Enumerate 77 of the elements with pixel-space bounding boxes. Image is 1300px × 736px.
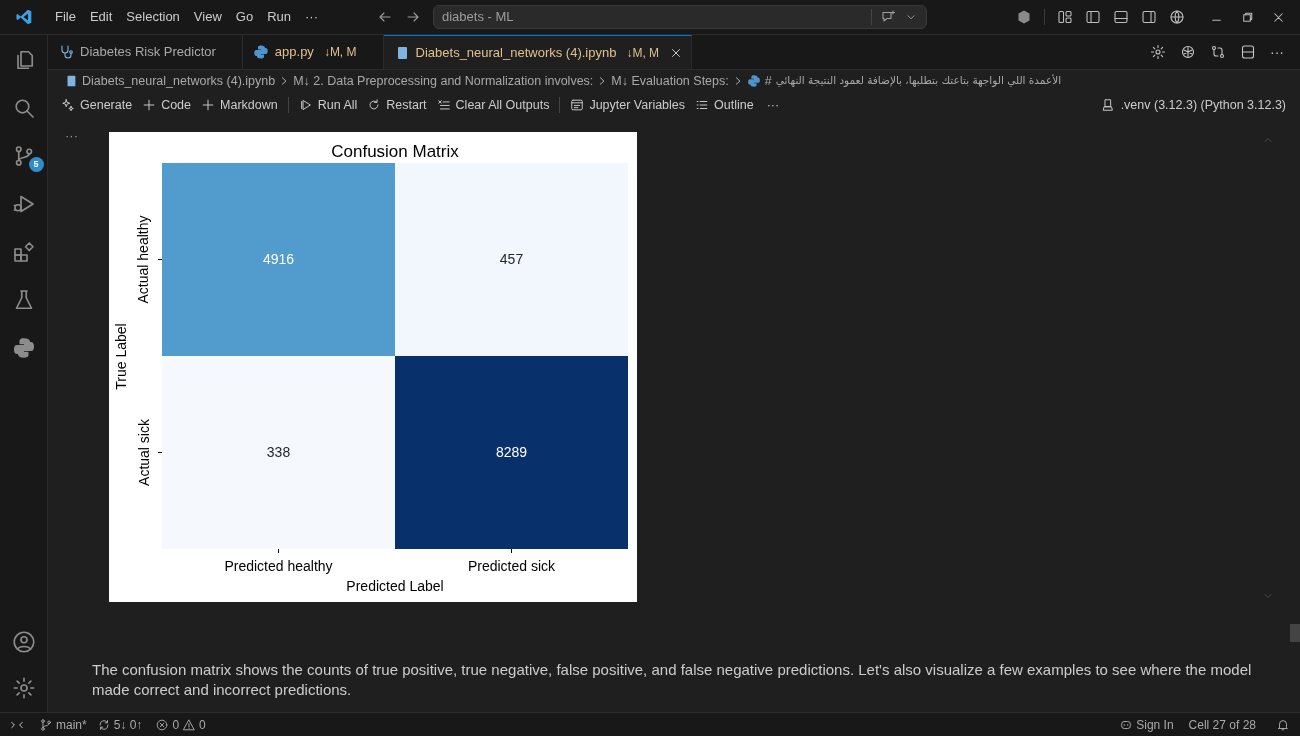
breadcrumb-item[interactable]: Diabets_neural_networks (4).ipynb	[82, 71, 276, 91]
tick-label: Predicted sick	[466, 557, 557, 576]
globe-icon[interactable]	[1169, 9, 1185, 25]
more-button[interactable]: ···	[758, 95, 788, 115]
stethoscope-icon	[58, 44, 74, 60]
split-editor-icon[interactable]	[1240, 44, 1256, 60]
compare-changes-icon[interactable]	[1210, 44, 1226, 60]
python-file-icon	[252, 44, 269, 60]
plus-icon	[201, 98, 215, 112]
toolbar-button[interactable]: Markdown	[196, 95, 283, 115]
breadcrumb-item[interactable]: M↓ Evaluation Steps:	[611, 71, 729, 91]
kernel-icon	[1100, 98, 1115, 112]
breadcrumb-item[interactable]: M↓ 2. Data Preprocessing and Normalization involves:	[293, 71, 594, 91]
count-badge: 5	[28, 157, 44, 172]
extensions-icon[interactable]	[11, 240, 36, 264]
sync-status[interactable]: 5↓ 0↑	[91, 715, 148, 734]
breadcrumb-item[interactable]: #	[764, 71, 772, 91]
problems-status[interactable]: 0 0	[147, 715, 214, 734]
clear-list-icon	[436, 98, 451, 112]
cell-position-status[interactable]: Cell 27 of 28	[1178, 715, 1266, 734]
hexagon-icon[interactable]	[1016, 9, 1032, 25]
menu-item[interactable]: Run	[260, 7, 298, 27]
toolbar-button[interactable]: Generate	[56, 95, 138, 115]
menu-item[interactable]: ···	[298, 7, 325, 27]
python-icon[interactable]	[11, 336, 36, 360]
heatmap-cell: 338	[162, 356, 395, 549]
chart-title: Confusion Matrix	[330, 141, 460, 163]
tick-label: Actual healthy	[134, 215, 153, 304]
sign-in-status[interactable]: Sign In	[1114, 715, 1179, 734]
sidebar-left-icon[interactable]	[1085, 9, 1101, 25]
bell-icon[interactable]	[1276, 717, 1290, 732]
sparkle-icon	[61, 98, 75, 112]
toolbar-button[interactable]: Clear All Outputs	[431, 95, 555, 115]
scrollbar-thumb[interactable]	[1290, 624, 1300, 642]
menu-item[interactable]: Selection	[119, 7, 187, 27]
editor-tab[interactable]: Diabets_neural_networks (4).ipynb ↓M, M	[383, 35, 693, 69]
run-all-icon	[298, 98, 313, 112]
axis-label: True Label	[111, 322, 130, 390]
heatmap-cell: 8289	[395, 356, 628, 549]
toolbar-button[interactable]: Restart	[362, 95, 432, 115]
error-icon	[155, 717, 170, 732]
variables-icon	[570, 98, 585, 112]
cell-menu-button[interactable]: ···	[65, 126, 78, 146]
settings-icon[interactable]	[1150, 44, 1166, 60]
menu-item[interactable]: Go	[228, 7, 261, 27]
python-file-icon	[746, 74, 761, 88]
menu-item[interactable]: Edit	[82, 7, 120, 27]
git-status-label: ↓M, M	[626, 44, 660, 62]
more-actions-button[interactable]: ···	[1270, 41, 1284, 63]
branch-icon	[39, 717, 53, 732]
menu-item[interactable]: View	[186, 7, 229, 27]
command-center[interactable]: diabets - ML	[433, 5, 927, 29]
sidebar-right-icon[interactable]	[1141, 9, 1157, 25]
git-status-label: ↓M, M	[323, 44, 357, 61]
toolbar-button[interactable]: Outline	[690, 95, 759, 115]
menu-item[interactable]: File	[48, 7, 83, 27]
tick-label: Predicted healthy	[223, 557, 334, 576]
app-logo-icon	[15, 8, 33, 26]
breadcrumb-item[interactable]: الأعمدة اللي الواجهة بتاعتك بتطلبها، بالإضافة لعمود النتيجة النهائي	[775, 73, 1062, 89]
axis-label: Predicted Label	[345, 577, 445, 596]
plus-icon	[142, 98, 157, 112]
heatmap-cell: 4916	[162, 163, 395, 356]
markdown-paragraph: The confusion matrix shows the counts of true positive, true negative, false positive, and false negative predictions. Let's also visualize a few examples to see where the model made correct and incorrect predictions.	[92, 660, 1253, 700]
list-icon	[695, 98, 710, 112]
toolbar-button[interactable]: Run All	[293, 95, 363, 115]
heatmap-cell: 457	[395, 163, 628, 356]
branch-status[interactable]: main*	[34, 715, 92, 734]
warning-icon	[182, 717, 197, 732]
kernel-picker[interactable]: .venv (3.12.3) (Python 3.12.3)	[1100, 95, 1292, 115]
sync-icon	[96, 717, 111, 732]
toolbar-button[interactable]: Code	[137, 95, 196, 115]
toolbar-button[interactable]: Jupyter Variables	[565, 95, 691, 115]
panel-bottom-icon[interactable]	[1113, 9, 1129, 25]
settings-icon[interactable]	[11, 676, 36, 700]
tick-label: Actual sick	[134, 419, 153, 486]
layout-icon[interactable]	[1057, 9, 1073, 25]
account-icon[interactable]	[11, 630, 36, 654]
